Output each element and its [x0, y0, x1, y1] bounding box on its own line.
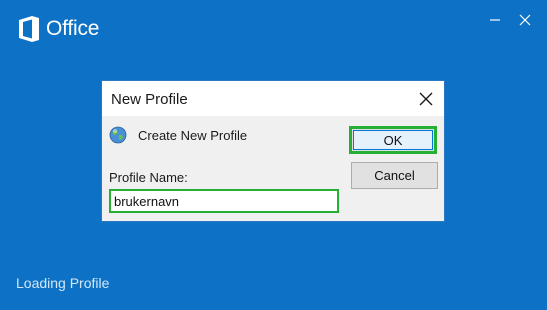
window-minimize-button[interactable]: [484, 9, 506, 31]
minimize-icon: [490, 19, 500, 21]
window-close-button[interactable]: [514, 9, 536, 31]
dialog-title: New Profile: [111, 91, 188, 108]
loading-status: Loading Profile: [16, 275, 110, 291]
close-icon: [519, 14, 531, 26]
globe-icon: [109, 126, 127, 144]
dialog-title-bar: New Profile: [102, 81, 444, 116]
office-logo-icon: [19, 16, 39, 42]
dialog-close-button[interactable]: [416, 89, 436, 109]
ok-button[interactable]: OK: [349, 126, 437, 154]
new-profile-dialog: New Profile Create New Profile Profile N…: [101, 80, 445, 222]
office-logo: Office: [18, 14, 99, 44]
profile-name-label: Profile Name:: [109, 170, 188, 185]
create-new-profile-label: Create New Profile: [138, 128, 248, 143]
cancel-button[interactable]: Cancel: [351, 162, 438, 189]
office-logo-text: Office: [46, 17, 100, 40]
profile-name-input[interactable]: [109, 189, 339, 213]
close-icon: [419, 92, 433, 106]
ok-button-label: OK: [353, 130, 433, 150]
